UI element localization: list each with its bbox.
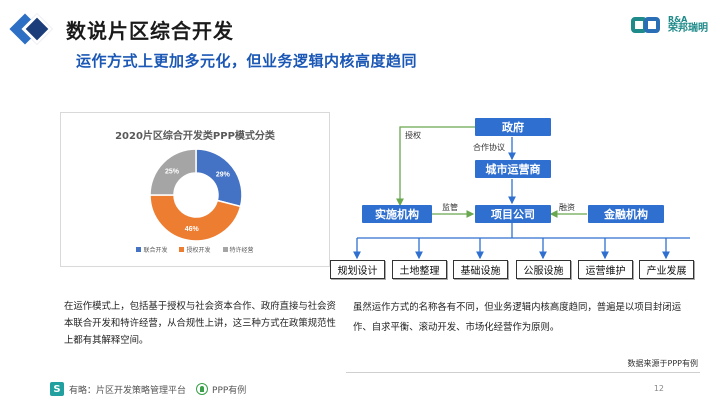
edge-label-authorize: 授权 (405, 131, 421, 140)
brand-mark-icon (631, 14, 665, 36)
page-number: 12 (653, 384, 664, 393)
right-paragraph: 虽然运作方式的名称各有不同，但业务逻辑内核高度趋同，普遍是以项目封闭运作、自求平… (353, 302, 682, 333)
brand-bottom-text: 荣邦瑞明 (668, 23, 708, 34)
output-planning: 规划设计 (330, 260, 385, 279)
chart-legend: 联合开发 授权开发 特许经营 (61, 245, 329, 254)
legend-item-franchise: 特许经营 (222, 245, 254, 254)
node-government: 政府 (475, 118, 551, 136)
data-source-note: 数据来源于PPP有例 (627, 359, 698, 368)
edge-label-supervise: 监管 (442, 203, 458, 212)
flow-diagram: 政府 城市运营商 实施机构 项目公司 金融机构 授权 合作协议 监管 融资 规划… (325, 110, 720, 290)
node-implementing-agency: 实施机构 (362, 205, 432, 223)
ppp-icon (196, 383, 209, 395)
output-land: 土地整理 (392, 260, 447, 279)
donut-data-label-0: 29% (216, 172, 231, 179)
node-project-company: 项目公司 (475, 205, 551, 223)
output-public-facilities: 公服设施 (516, 260, 571, 279)
left-paragraph: 在运作模式上，包括基于授权与社会资本合作、政府直接与社会资本联合开发和特许经营，… (64, 301, 336, 346)
footer: S 有略：片区开发策略管理平台 PPP有例 (50, 380, 246, 398)
legend-swatch (136, 247, 142, 252)
edge-label-financing: 融资 (559, 203, 575, 212)
output-industry: 产业发展 (639, 260, 694, 279)
donut-data-label-2: 25% (165, 168, 180, 175)
legend-swatch (179, 247, 185, 252)
ppp-label: PPP有例 (212, 385, 247, 396)
diamond-logo-icon (9, 10, 60, 48)
divider (346, 372, 700, 373)
title-bar: 数说片区综合开发 (9, 10, 234, 48)
page-title: 数说片区综合开发 (66, 18, 234, 43)
platform-s-icon: S (50, 382, 64, 396)
legend-label: 特许经营 (229, 247, 254, 254)
brand-logo: R&A 荣邦瑞明 (631, 14, 708, 36)
donut-data-label-1: 46% (185, 226, 200, 233)
page-subtitle: 运作方式上更加多元化，但业务逻辑内核高度趋同 (76, 52, 418, 70)
node-financial-institution: 金融机构 (588, 205, 664, 223)
legend-label: 联合开发 (143, 247, 168, 254)
output-infrastructure: 基础设施 (453, 260, 508, 279)
legend-swatch (222, 247, 228, 252)
edge-label-cooperate: 合作协议 (473, 143, 505, 152)
output-operation: 运营维护 (578, 260, 633, 279)
donut-chart: 2020片区综合开发类PPP模式分类 29% 46% 25% 联合开发 授权开发 特… (60, 112, 330, 267)
legend-label: 授权开发 (186, 247, 211, 254)
node-city-operator: 城市运营商 (475, 160, 551, 178)
legend-item-joint: 联合开发 (136, 245, 167, 254)
legend-item-authorized: 授权开发 (179, 245, 211, 254)
platform-label: 有略：片区开发策略管理平台 (69, 385, 187, 396)
